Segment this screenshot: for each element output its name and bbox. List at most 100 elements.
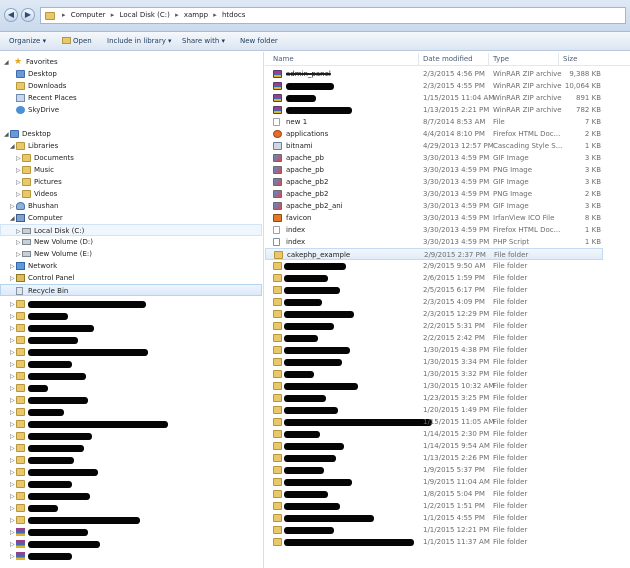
collapse-arrow-icon[interactable]: ▷ (16, 179, 21, 186)
folder-row[interactable]: 1/2/2015 1:51 PM File folder (265, 500, 603, 512)
folder-row[interactable]: 1/9/2015 11:04 AM File folder (265, 476, 603, 488)
folder-row[interactable]: 2/9/2015 9:50 AM File folder (265, 260, 603, 272)
nav-folder-redacted[interactable]: ▷ (0, 514, 262, 526)
file-row[interactable]: index 3/30/2013 4:59 PM Firefox HTML Doc… (265, 224, 603, 236)
file-row[interactable]: admin_panel 2/3/2015 4:56 PM WinRAR ZIP … (265, 68, 603, 80)
nav-folder-redacted[interactable]: ▷ (0, 454, 262, 466)
nav-desktop-favorite[interactable]: Desktop (0, 68, 262, 80)
nav-bhushan[interactable]: ▷ Bhushan (0, 200, 262, 212)
folder-row[interactable]: 1/30/2015 3:32 PM File folder (265, 368, 603, 380)
folder-row[interactable]: 2/2/2015 5:31 PM File folder (265, 320, 603, 332)
collapse-arrow-icon[interactable]: ▷ (10, 541, 15, 548)
nav-documents[interactable]: ▷ Documents (0, 152, 262, 164)
file-row-selected[interactable]: cakephp_example 2/9/2015 2:37 PM File fo… (265, 248, 603, 260)
open-button[interactable]: Open (62, 37, 92, 45)
expand-arrow-icon[interactable]: ◢ (4, 131, 9, 138)
nav-folder-redacted[interactable]: ▷ (0, 322, 262, 334)
collapse-arrow-icon[interactable]: ▷ (16, 155, 21, 162)
nav-network[interactable]: ▷ Network (0, 260, 262, 272)
organize-button[interactable]: Organize ▾ (9, 37, 46, 45)
folder-row[interactable]: 1/1/2015 12:21 PM File folder (265, 524, 603, 536)
nav-recent-places[interactable]: Recent Places (0, 92, 262, 104)
folder-row[interactable]: 1/15/2015 11:05 AM File folder (265, 416, 603, 428)
file-row[interactable]: apache_pb2_ani 3/30/2013 4:59 PM GIF Ima… (265, 200, 603, 212)
collapse-arrow-icon[interactable]: ▷ (10, 263, 15, 270)
nav-control-panel[interactable]: ▷ Control Panel (0, 272, 262, 284)
folder-row[interactable]: 1/30/2015 3:34 PM File folder (265, 356, 603, 368)
collapse-arrow-icon[interactable]: ▷ (10, 553, 15, 560)
nav-folder-redacted[interactable]: ▷ (0, 418, 262, 430)
nav-folder-redacted[interactable]: ▷ (0, 550, 262, 562)
nav-new-volume-d[interactable]: ▷ New Volume (D:) (0, 236, 262, 248)
collapse-arrow-icon[interactable]: ▷ (10, 275, 15, 282)
nav-folder-redacted[interactable]: ▷ (0, 310, 262, 322)
nav-local-disk[interactable]: ▷ Local Disk (C:) (0, 224, 262, 236)
share-with-button[interactable]: Share with ▾ (182, 37, 225, 45)
nav-computer[interactable]: ◢ Computer (0, 212, 262, 224)
nav-folder-redacted[interactable]: ▷ (0, 298, 262, 310)
back-button[interactable]: ◀ (4, 8, 18, 22)
collapse-arrow-icon[interactable]: ▷ (10, 325, 15, 332)
column-date-modified[interactable]: Date modified (423, 55, 473, 63)
expand-arrow-icon[interactable]: ◢ (10, 215, 15, 222)
collapse-arrow-icon[interactable]: ▷ (10, 457, 15, 464)
nav-folder-redacted[interactable]: ▷ (0, 358, 262, 370)
collapse-arrow-icon[interactable]: ▷ (16, 167, 21, 174)
file-row[interactable]: apache_pb 3/30/2013 4:59 PM PNG Image 3 … (265, 164, 603, 176)
nav-folder-redacted[interactable]: ▷ (0, 346, 262, 358)
folder-row[interactable]: 1/14/2015 9:54 AM File folder (265, 440, 603, 452)
collapse-arrow-icon[interactable]: ▷ (10, 349, 15, 356)
collapse-arrow-icon[interactable]: ▷ (10, 337, 15, 344)
breadcrumb-xampp[interactable]: xampp (184, 11, 208, 19)
collapse-arrow-icon[interactable]: ▷ (10, 397, 15, 404)
collapse-arrow-icon[interactable]: ▷ (10, 481, 15, 488)
nav-folder-redacted[interactable]: ▷ (0, 406, 262, 418)
nav-folder-redacted[interactable]: ▷ (0, 538, 262, 550)
file-row[interactable]: 1/15/2015 11:04 AM WinRAR ZIP archive 89… (265, 92, 603, 104)
address-field[interactable]: ▸ Computer ▸ Local Disk (C:) ▸ xampp ▸ h… (40, 7, 626, 24)
folder-row[interactable]: 1/30/2015 10:32 AM File folder (265, 380, 603, 392)
file-row[interactable]: 2/3/2015 4:55 PM WinRAR ZIP archive 10,0… (265, 80, 603, 92)
nav-folder-redacted[interactable]: ▷ (0, 526, 262, 538)
collapse-arrow-icon[interactable]: ▷ (10, 433, 15, 440)
file-row[interactable]: apache_pb2 3/30/2013 4:59 PM GIF Image 3… (265, 176, 603, 188)
nav-folder-redacted[interactable]: ▷ (0, 502, 262, 514)
column-separator[interactable] (558, 53, 559, 65)
folder-row[interactable]: 1/8/2015 5:04 PM File folder (265, 488, 603, 500)
folder-row[interactable]: 1/30/2015 4:38 PM File folder (265, 344, 603, 356)
folder-row[interactable]: 2/5/2015 6:17 PM File folder (265, 284, 603, 296)
nav-folder-redacted[interactable]: ▷ (0, 430, 262, 442)
nav-folder-redacted[interactable]: ▷ (0, 478, 262, 490)
column-type[interactable]: Type (493, 55, 509, 63)
file-row[interactable]: 1/13/2015 2:21 PM WinRAR ZIP archive 782… (265, 104, 603, 116)
collapse-arrow-icon[interactable]: ▷ (10, 493, 15, 500)
collapse-arrow-icon[interactable]: ▷ (10, 517, 15, 524)
folder-row[interactable]: 2/2/2015 2:42 PM File folder (265, 332, 603, 344)
collapse-arrow-icon[interactable]: ▷ (10, 421, 15, 428)
forward-button[interactable]: ▶ (21, 8, 35, 22)
collapse-arrow-icon[interactable]: ▷ (10, 529, 15, 536)
nav-recycle-bin[interactable]: Recycle Bin (0, 284, 262, 296)
nav-libraries[interactable]: ◢ Libraries (0, 140, 262, 152)
folder-row[interactable]: 2/3/2015 12:29 PM File folder (265, 308, 603, 320)
nav-pictures[interactable]: ▷ Pictures (0, 176, 262, 188)
new-folder-button[interactable]: New folder (240, 37, 278, 45)
column-size[interactable]: Size (563, 55, 577, 63)
nav-skydrive[interactable]: SkyDrive (0, 104, 262, 116)
nav-new-volume-e[interactable]: ▷ New Volume (E:) (0, 248, 262, 260)
file-row[interactable]: new 1 8/7/2014 8:53 AM File 7 KB (265, 116, 603, 128)
folder-row[interactable]: 1/20/2015 1:49 PM File folder (265, 404, 603, 416)
include-in-library-button[interactable]: Include in library ▾ (107, 37, 172, 45)
collapse-arrow-icon[interactable]: ▷ (10, 385, 15, 392)
column-separator[interactable] (488, 53, 489, 65)
column-separator[interactable] (418, 53, 419, 65)
collapse-arrow-icon[interactable]: ▷ (10, 409, 15, 416)
collapse-arrow-icon[interactable]: ▷ (16, 228, 21, 235)
collapse-arrow-icon[interactable]: ▷ (10, 505, 15, 512)
nav-desktop[interactable]: ◢ Desktop (0, 128, 262, 140)
folder-row[interactable]: 1/1/2015 11:37 AM File folder (265, 536, 603, 548)
file-row[interactable]: bitnami 4/29/2013 12:57 PM Cascading Sty… (265, 140, 603, 152)
breadcrumb-local-disk[interactable]: Local Disk (C:) (120, 11, 170, 19)
collapse-arrow-icon[interactable]: ▷ (16, 239, 21, 246)
folder-row[interactable]: 1/13/2015 2:26 PM File folder (265, 452, 603, 464)
